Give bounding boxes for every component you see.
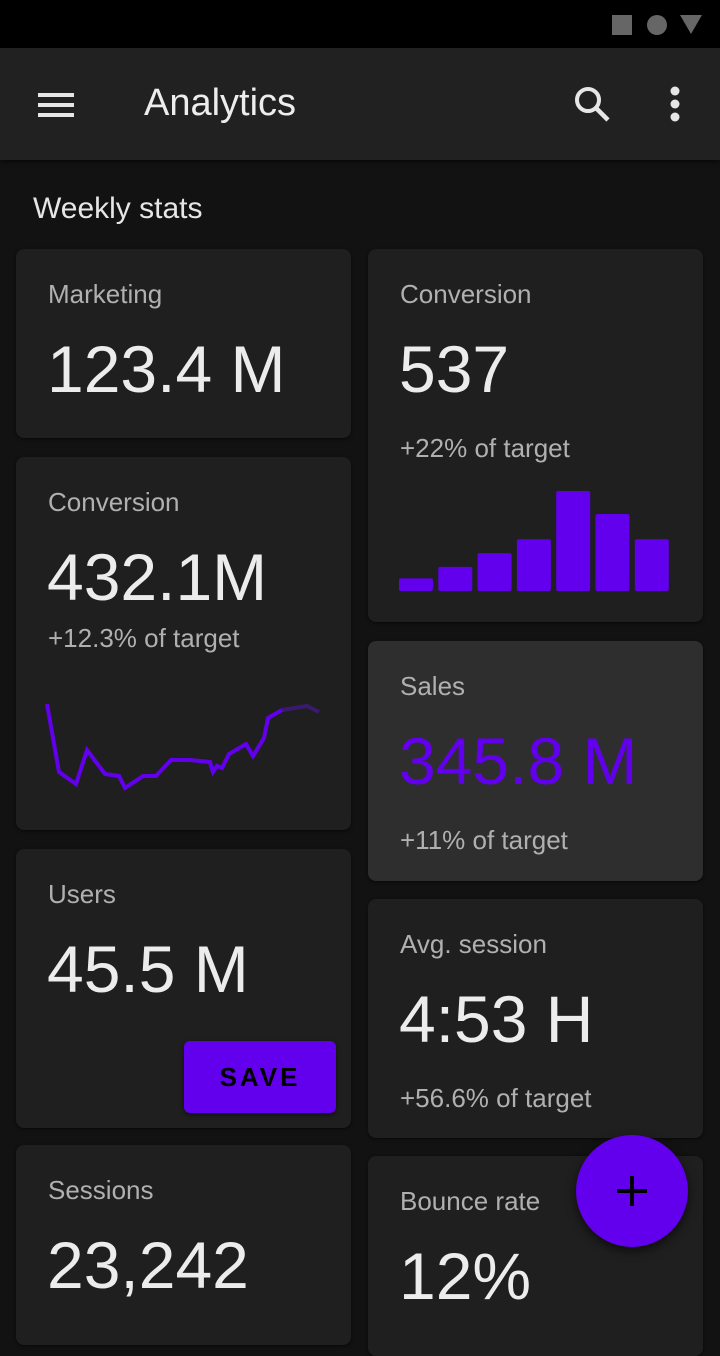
status-bar [0,0,720,48]
app-bar: Analytics [0,48,720,160]
card-label: Bounce rate [400,1186,541,1216]
card-label: Conversion [400,279,532,309]
card-value: 123.4 M [47,332,286,406]
square-icon [612,15,632,35]
save-button[interactable]: SAVE [184,1041,336,1113]
search-icon [575,87,610,122]
card-value: 4:53 H [399,982,594,1056]
menu-button[interactable] [28,80,84,128]
card-label: Avg. session [400,929,547,959]
line-chart [45,703,320,791]
card-conversion-line[interactable]: Conversion 432.1M +12.3% of target [16,457,351,830]
bar [477,553,512,591]
card-value: 345.8 M [399,724,638,798]
circle-icon [647,15,667,35]
section-title: Weekly stats [33,192,203,225]
bar [595,513,630,591]
card-conversion-bar[interactable]: Conversion 537 +22% of target [368,249,703,622]
bar [634,539,669,591]
card-label: Sales [400,671,466,701]
card-avg-session[interactable]: Avg. session 4:53 H +56.6% of target [368,899,703,1138]
bar-chart [399,491,669,591]
search-button[interactable] [566,78,618,130]
card-marketing[interactable]: Marketing 123.4 M [16,249,351,438]
line-series [45,703,283,791]
add-fab-button[interactable] [576,1135,688,1247]
card-label: Conversion [48,487,180,517]
card-label: Sessions [48,1175,154,1205]
page-title: Analytics [144,82,297,124]
card-users[interactable]: Users 45.5 M SAVE [16,849,351,1128]
card-sales[interactable]: Sales 345.8 M +11% of target [368,641,703,881]
bar [399,578,433,591]
bar [438,566,473,591]
card-value: 45.5 M [47,932,249,1006]
more-options-button[interactable] [654,78,696,130]
card-subtitle: +12.3% of target [48,623,240,653]
card-label: Users [48,879,116,909]
card-subtitle: +11% of target [400,825,568,855]
card-subtitle: +22% of target [400,433,570,463]
card-sessions[interactable]: Sessions 23,242 [16,1145,351,1345]
card-value: 432.1M [47,540,268,614]
card-subtitle: +56.6% of target [400,1083,592,1113]
card-value: 537 [399,332,510,406]
card-value: 23,242 [47,1228,249,1302]
bar [556,491,591,591]
bar [516,539,551,591]
card-label: Marketing [48,279,163,309]
card-value: 12% [399,1239,532,1313]
more-vert-icon [670,86,680,122]
line-series-faded [281,703,320,714]
triangle-icon [680,15,702,34]
